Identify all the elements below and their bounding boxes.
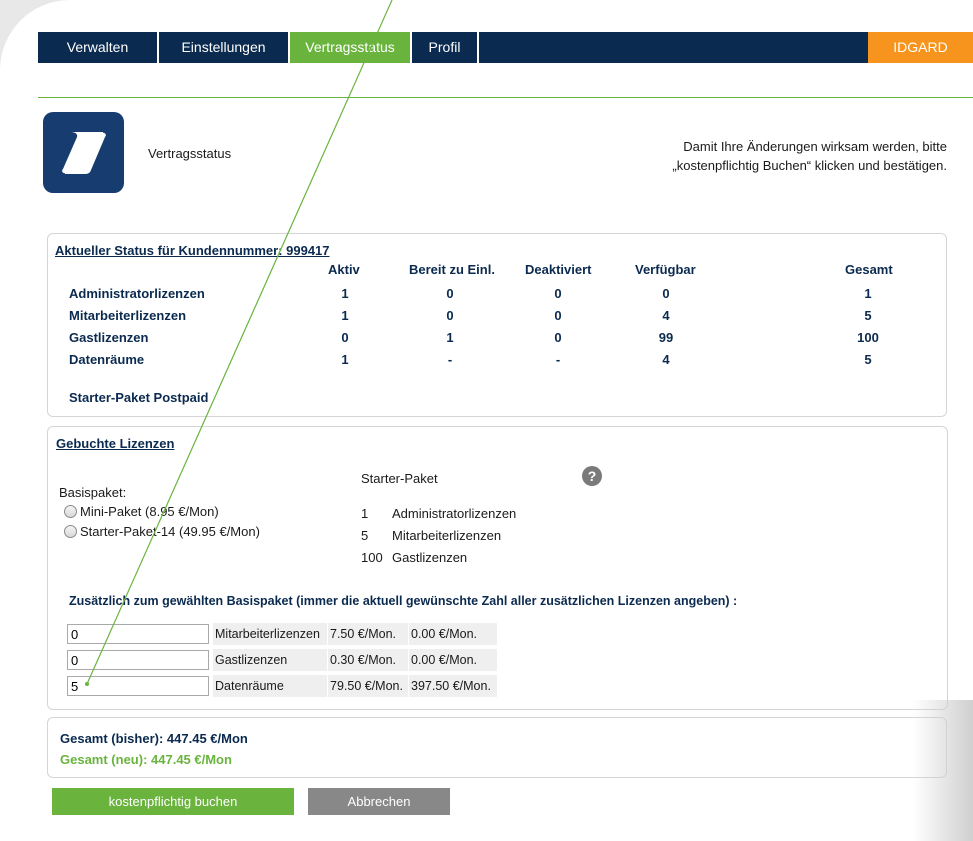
cell-value: 0 — [554, 308, 562, 323]
extra-total: 397.50 €/Mon. — [409, 675, 497, 697]
cell-value: 4 — [662, 352, 670, 367]
row-label: Mitarbeiterlizenzen — [69, 308, 187, 323]
row-label: Administratorlizenzen — [69, 286, 205, 301]
additional-label: Zusätzlich zum gewählten Basispaket (imm… — [69, 594, 738, 608]
col-deaktiviert: Deaktiviert — [525, 262, 592, 277]
col-aktiv: Aktiv — [328, 262, 360, 277]
cell-value: 1 — [341, 308, 349, 323]
brand-tab[interactable]: IDGARD — [868, 32, 973, 63]
extra-unit-price: 7.50 €/Mon. — [328, 623, 408, 645]
totals-panel — [47, 717, 947, 778]
package-name: Starter-Paket — [361, 471, 438, 486]
package-item-label: Administratorlizenzen — [392, 506, 517, 521]
save-notice: Damit Ihre Änderungen wirksam werden, bi… — [672, 137, 947, 175]
notice-line-2: „kostenpflichtig Buchen“ klicken und bes… — [672, 158, 947, 173]
cell-value: 99 — [658, 330, 674, 345]
header-divider — [38, 97, 973, 98]
cell-value: - — [447, 352, 453, 367]
cell-value: 5 — [864, 352, 872, 367]
book-button[interactable]: kostenpflichtig buchen — [52, 788, 294, 815]
radio-starter[interactable] — [64, 525, 77, 538]
page-title: Vertragsstatus — [148, 146, 232, 161]
annotation-line — [85, 0, 393, 686]
basis-label: Basispaket: — [59, 485, 127, 500]
option-mini-label[interactable]: Mini-Paket (8.95 €/Mon) — [80, 504, 219, 519]
extra-unit-price: 0.30 €/Mon. — [328, 649, 408, 671]
col-verfuegbar: Verfügbar — [635, 262, 696, 277]
extra-label: Gastlizenzen — [213, 649, 327, 671]
cell-value: - — [555, 352, 561, 367]
cell-value: 0 — [341, 330, 349, 345]
package-label: Starter-Paket Postpaid — [69, 390, 209, 405]
total-old: Gesamt (bisher): 447.45 €/Mon — [60, 731, 248, 746]
col-gesamt: Gesamt — [845, 262, 893, 277]
package-item-count: 1 — [361, 506, 369, 521]
cell-value: 5 — [864, 308, 872, 323]
extra-label: Mitarbeiterlizenzen — [213, 623, 327, 645]
cell-value: 0 — [446, 286, 454, 301]
tab-vertragsstatus[interactable]: Vertragsstatus — [290, 32, 412, 63]
page-shadow — [913, 700, 973, 841]
extra-label: Datenräume — [213, 675, 327, 697]
cell-value: 1 — [446, 330, 454, 345]
cell-value: 4 — [662, 308, 670, 323]
booked-title: Gebuchte Lizenzen — [56, 436, 175, 451]
radio-mini[interactable] — [64, 505, 77, 518]
extra-total: 0.00 €/Mon. — [409, 623, 497, 645]
package-item-count: 5 — [361, 528, 369, 543]
cell-value: 0 — [662, 286, 670, 301]
tab-einstellungen[interactable]: Einstellungen — [159, 32, 290, 63]
extra-gast-input[interactable] — [67, 650, 209, 670]
row-label: Datenräume — [69, 352, 145, 367]
page: Verwalten Einstellungen Vertragsstatus P… — [0, 0, 973, 841]
scroll-icon — [43, 112, 124, 193]
cell-value: 100 — [857, 330, 879, 345]
cell-value: 0 — [554, 286, 562, 301]
cell-value: 0 — [554, 330, 562, 345]
tab-profil[interactable]: Profil — [412, 32, 479, 63]
notice-line-1: Damit Ihre Änderungen wirksam werden, bi… — [683, 139, 947, 154]
row-label: Gastlizenzen — [69, 330, 149, 345]
cell-value: 1 — [341, 286, 349, 301]
top-nav: Verwalten Einstellungen Vertragsstatus P… — [38, 32, 973, 63]
option-starter-label[interactable]: Starter-Paket-14 (49.95 €/Mon) — [80, 524, 260, 539]
extra-total: 0.00 €/Mon. — [409, 649, 497, 671]
status-title: Aktueller Status für Kundennummer: 99941… — [55, 243, 330, 258]
help-icon[interactable]: ? — [582, 466, 602, 486]
cell-value: 1 — [341, 352, 349, 367]
cell-value: 0 — [446, 308, 454, 323]
cell-value: 1 — [864, 286, 872, 301]
package-item-count: 100 — [361, 550, 383, 565]
extra-unit-price: 79.50 €/Mon. — [328, 675, 408, 697]
col-bereit: Bereit zu Einl. — [409, 262, 495, 277]
tab-verwalten[interactable]: Verwalten — [38, 32, 159, 63]
cancel-button[interactable]: Abbrechen — [308, 788, 450, 815]
package-item-label: Mitarbeiterlizenzen — [392, 528, 502, 543]
extra-mitarbeiter-input[interactable] — [67, 624, 209, 644]
extra-datenraum-input[interactable] — [67, 676, 209, 696]
total-new: Gesamt (neu): 447.45 €/Mon — [60, 752, 232, 767]
package-item-label: Gastlizenzen — [392, 550, 468, 565]
